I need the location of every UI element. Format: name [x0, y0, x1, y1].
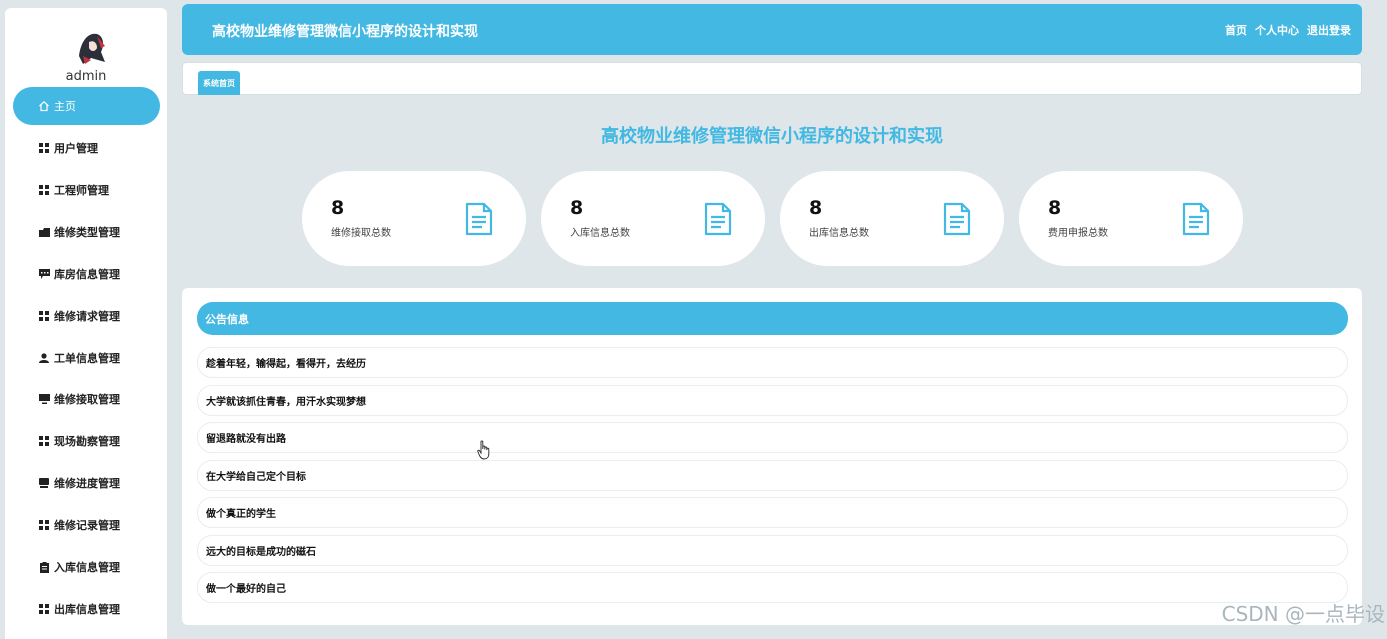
document-icon: [1182, 202, 1210, 236]
notice-item[interactable]: 做个真正的学生: [197, 497, 1348, 528]
stat-label: 出库信息总数: [809, 228, 869, 239]
sidebar-item-label: 维修进度管理: [54, 477, 120, 490]
sidebar-item-progress[interactable]: 维修进度管理: [13, 464, 160, 502]
notice-item[interactable]: 在大学给自己定个目标: [197, 460, 1348, 491]
document-icon: [943, 202, 971, 236]
grid-icon: [38, 519, 50, 531]
grid-icon: [38, 142, 50, 154]
sidebar-item-users[interactable]: 用户管理: [13, 129, 160, 167]
sidebar-item-engineers[interactable]: 工程师管理: [13, 171, 160, 209]
stat-card-stock-out: 8 出库信息总数: [780, 171, 1004, 266]
stat-value: 8: [1048, 197, 1062, 219]
stat-card-repair-accept: 8 维修接取总数: [302, 171, 526, 266]
top-header: 高校物业维修管理微信小程序的设计和实现 首页 个人中心 退出登录: [182, 4, 1362, 55]
stat-value: 8: [809, 197, 823, 219]
sidebar-item-label: 入库信息管理: [54, 561, 120, 574]
grid-icon: [38, 603, 50, 615]
tab-bar: 系统首页: [182, 62, 1362, 95]
sidebar-item-label: 维修接取管理: [54, 393, 120, 406]
header-links: 首页 个人中心 退出登录: [1225, 22, 1351, 38]
avatar[interactable]: [71, 26, 111, 66]
sidebar-item-label: 工单信息管理: [54, 352, 120, 365]
inbox-icon: [38, 477, 50, 489]
user-icon: [38, 352, 50, 364]
stat-value: 8: [570, 197, 584, 219]
sidebar-item-label: 主页: [54, 100, 76, 113]
page-title: 高校物业维修管理微信小程序的设计和实现: [601, 126, 943, 147]
username: admin: [65, 69, 107, 84]
sidebar-item-label: 用户管理: [54, 142, 98, 155]
sidebar-item-home[interactable]: 主页: [13, 87, 160, 125]
sidebar-item-label: 出库信息管理: [54, 603, 120, 616]
monitor-icon: [38, 393, 50, 405]
sidebar-item-repair-types[interactable]: 维修类型管理: [13, 213, 160, 251]
sidebar-item-label: 维修请求管理: [54, 310, 120, 323]
sidebar-item-site-survey[interactable]: 现场勘察管理: [13, 422, 160, 460]
sidebar-item-warehouse[interactable]: 库房信息管理: [13, 255, 160, 293]
sidebar-item-label: 维修类型管理: [54, 226, 120, 239]
notice-item[interactable]: 大学就该抓住青春，用汗水实现梦想: [197, 385, 1348, 416]
sidebar-item-label: 工程师管理: [54, 184, 109, 197]
sidebar-item-records[interactable]: 维修记录管理: [13, 506, 160, 544]
watermark: CSDN @一点毕设: [1221, 602, 1385, 626]
home-icon: [38, 100, 50, 112]
stat-label: 入库信息总数: [570, 228, 630, 239]
clipboard-icon: [38, 561, 50, 573]
home-link[interactable]: 首页: [1225, 22, 1247, 38]
folder-icon: [38, 226, 50, 238]
sidebar-item-label: 现场勘察管理: [54, 435, 120, 448]
sidebar-item-label: 维修记录管理: [54, 519, 120, 532]
stat-card-expense: 8 费用申报总数: [1019, 171, 1243, 266]
sidebar: admin 主页 用户管理 工程师管理 维修类型管理 库房信息管理 维修请求管理…: [5, 8, 167, 639]
sidebar-item-repair-requests[interactable]: 维修请求管理: [13, 297, 160, 335]
stat-value: 8: [331, 197, 345, 219]
message-icon: [38, 268, 50, 280]
grid-icon: [38, 310, 50, 322]
notice-item[interactable]: 留退路就没有出路: [197, 422, 1348, 453]
logout-link[interactable]: 退出登录: [1307, 22, 1351, 38]
tab-system-home[interactable]: 系统首页: [198, 71, 240, 95]
document-icon: [704, 202, 732, 236]
grid-icon: [38, 184, 50, 196]
header-title: 高校物业维修管理微信小程序的设计和实现: [212, 24, 478, 40]
sidebar-item-label: 库房信息管理: [54, 268, 120, 281]
hand-cursor-icon: [477, 440, 490, 460]
grid-icon: [38, 435, 50, 447]
sidebar-item-repair-accept[interactable]: 维修接取管理: [13, 380, 160, 418]
notice-item[interactable]: 做一个最好的自己: [197, 572, 1348, 603]
stat-card-stock-in: 8 入库信息总数: [541, 171, 765, 266]
sidebar-item-stock-in[interactable]: 入库信息管理: [13, 548, 160, 586]
notice-item[interactable]: 趁着年轻，输得起，看得开，去经历: [197, 347, 1348, 378]
notice-item[interactable]: 远大的目标是成功的磁石: [197, 535, 1348, 566]
profile-link[interactable]: 个人中心: [1255, 22, 1299, 38]
stat-label: 费用申报总数: [1048, 228, 1108, 239]
notice-panel-title: 公告信息: [197, 302, 1348, 335]
sidebar-item-work-orders[interactable]: 工单信息管理: [13, 339, 160, 377]
sidebar-item-stock-out[interactable]: 出库信息管理: [13, 590, 160, 628]
stat-label: 维修接取总数: [331, 228, 391, 239]
notice-panel: 公告信息 趁着年轻，输得起，看得开，去经历 大学就该抓住青春，用汗水实现梦想 留…: [182, 288, 1362, 625]
document-icon: [465, 202, 493, 236]
